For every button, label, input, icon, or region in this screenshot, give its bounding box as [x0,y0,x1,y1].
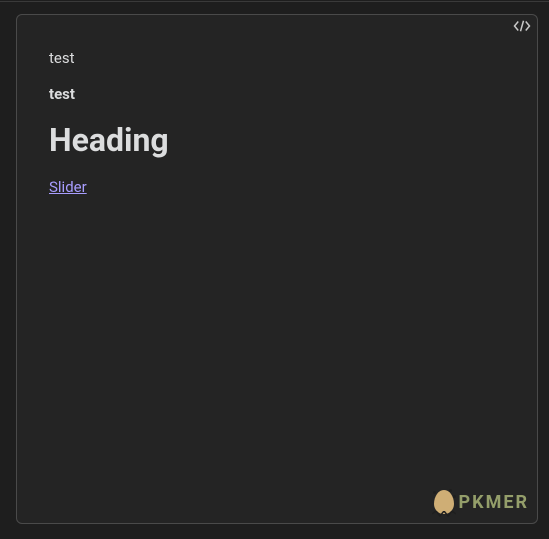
editor-frame: test test Heading Slider PKMER [0,1,549,524]
bold-text: test [49,85,505,103]
heading-1: Heading [49,121,505,159]
pkmer-logo-icon [433,489,455,515]
rendered-content: test test Heading Slider [17,15,537,216]
internal-link[interactable]: Slider [49,178,87,196]
watermark: PKMER [433,489,529,515]
paragraph-text: test [49,49,505,67]
preview-panel: test test Heading Slider PKMER [16,14,538,524]
toggle-source-button[interactable] [513,19,531,35]
code-icon [513,18,531,37]
watermark-text: PKMER [459,492,529,513]
